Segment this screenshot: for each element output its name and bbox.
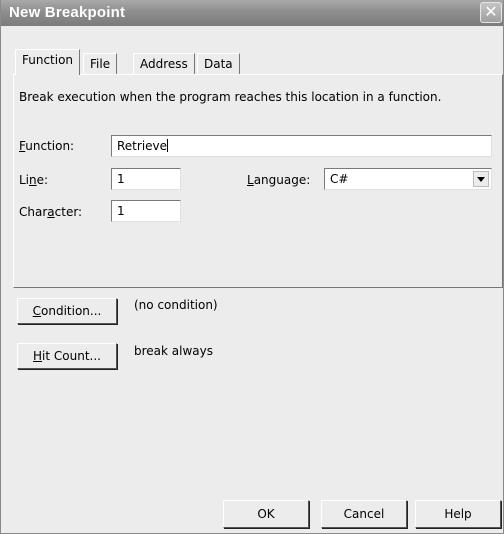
tab-address[interactable]: Address [133, 53, 195, 75]
tab-label: File [90, 57, 111, 71]
hit-count-button[interactable]: Hit Count... [17, 343, 117, 369]
line-input-value: 1 [117, 172, 125, 186]
tab-label: Function [22, 53, 74, 67]
chevron-down-icon[interactable] [473, 171, 489, 187]
character-input[interactable]: 1 [111, 200, 181, 222]
tab-file[interactable]: File [83, 53, 118, 75]
tab-data[interactable]: Data [197, 53, 240, 75]
tab-function[interactable]: Function [15, 49, 81, 75]
language-select-value: C# [330, 172, 349, 186]
description-text: Break execution when the program reaches… [19, 90, 442, 104]
language-select[interactable]: C# [324, 168, 492, 190]
hit-count-button-label: Hit Count... [33, 349, 101, 363]
close-icon: ✕ [484, 2, 498, 21]
hit-count-status: break always [134, 344, 213, 358]
help-button-label: Help [444, 507, 472, 521]
tab-label: Data [204, 57, 233, 71]
condition-button[interactable]: Condition... [17, 298, 117, 324]
cancel-button[interactable]: Cancel [321, 500, 407, 528]
language-label: Language: [247, 173, 311, 187]
function-input[interactable]: Retrieve [111, 135, 492, 157]
line-label: Line: [19, 173, 49, 187]
window-title: New Breakpoint [9, 4, 126, 21]
text-caret [167, 139, 169, 152]
new-breakpoint-dialog: New Breakpoint ✕ Function File Address D… [0, 0, 504, 534]
line-input[interactable]: 1 [111, 168, 181, 190]
ok-button-label: OK [257, 507, 275, 521]
character-input-value: 1 [117, 204, 125, 218]
condition-button-label: Condition... [32, 304, 102, 318]
condition-status: (no condition) [134, 298, 218, 312]
close-button[interactable]: ✕ [480, 2, 502, 23]
ok-button[interactable]: OK [223, 500, 309, 528]
function-input-value: Retrieve [117, 139, 168, 153]
cancel-button-label: Cancel [343, 507, 385, 521]
function-label: Function: [19, 139, 75, 153]
tab-label: Address [140, 57, 188, 71]
help-button[interactable]: Help [415, 500, 501, 528]
title-bar: New Breakpoint ✕ [1, 0, 503, 26]
character-label: Character: [19, 205, 83, 219]
